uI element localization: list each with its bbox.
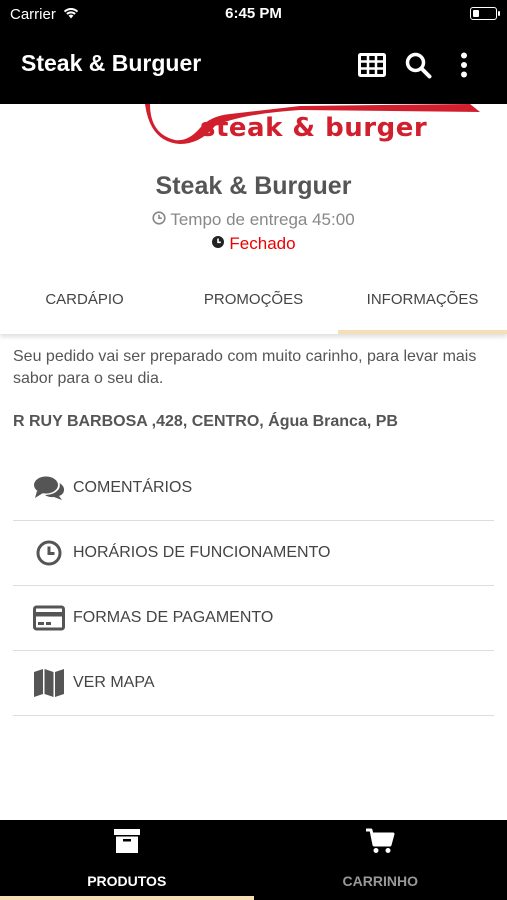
status-bar: Carrier 6:45 PM: [0, 0, 507, 28]
clock-icon: [211, 234, 225, 254]
info-item-horarios[interactable]: HORÁRIOS DE FUNCIONAMENTO: [13, 521, 494, 586]
tab-informacoes[interactable]: INFORMAÇÕES: [338, 264, 507, 334]
store-address: R RUY BARBOSA ,428, CENTRO, Água Branca,…: [13, 413, 398, 430]
tab-label: PROMOÇÕES: [203, 290, 304, 308]
delivery-time-label: Tempo de entrega 45:00: [170, 210, 355, 229]
app-actions: [357, 50, 479, 80]
battery-icon: [470, 7, 500, 20]
status-time: 6:45 PM: [225, 5, 282, 22]
banner-logo-text: steak & burger: [200, 113, 428, 143]
bottom-nav: PRODUTOS CARRINHO: [0, 820, 507, 900]
info-list: COMENTÁRIOS HORÁRIOS DE FUNCIONAMENTO FO…: [13, 456, 494, 716]
clock-icon: [152, 210, 166, 230]
info-item-mapa[interactable]: VER MAPA: [13, 651, 494, 716]
store-tabs: CARDÁPIO PROMOÇÕES INFORMAÇÕES: [0, 264, 507, 334]
nav-label: CARRINHO: [342, 873, 418, 889]
delivery-time: Tempo de entrega 45:00: [0, 210, 507, 230]
tab-label: INFORMAÇÕES: [366, 290, 479, 308]
store-name: Steak & Burguer: [155, 172, 352, 200]
battery-level: [472, 9, 479, 17]
info-item-label: VER MAPA: [73, 674, 155, 691]
tab-cardapio[interactable]: CARDÁPIO: [0, 264, 169, 334]
store-banner: steak & burger: [0, 104, 507, 154]
more-vert-icon[interactable]: [449, 50, 479, 80]
app-title: Steak & Burguer: [21, 50, 202, 76]
store-status-label: Fechado: [229, 234, 296, 253]
comments-icon: [31, 475, 66, 501]
clock-icon: [31, 540, 66, 566]
grid-icon[interactable]: [357, 50, 387, 80]
cart-icon: [365, 828, 395, 859]
info-item-label: FORMAS DE PAGAMENTO: [73, 609, 274, 626]
nav-produtos[interactable]: PRODUTOS: [0, 820, 254, 900]
credit-card-icon: [31, 605, 66, 631]
search-icon[interactable]: [403, 50, 433, 80]
store-description: Seu pedido vai ser preparado com muito c…: [13, 348, 477, 387]
tab-label: CARDÁPIO: [45, 290, 124, 308]
nav-carrinho[interactable]: CARRINHO: [254, 820, 507, 900]
info-item-pagamento[interactable]: FORMAS DE PAGAMENTO: [13, 586, 494, 651]
info-item-comentarios[interactable]: COMENTÁRIOS: [13, 456, 494, 521]
info-item-label: HORÁRIOS DE FUNCIONAMENTO: [73, 544, 331, 561]
tab-promocoes[interactable]: PROMOÇÕES: [169, 264, 338, 334]
info-item-label: COMENTÁRIOS: [73, 479, 193, 496]
nav-label: PRODUTOS: [87, 873, 167, 889]
archive-box-icon: [113, 828, 141, 859]
store-status: Fechado: [0, 234, 507, 254]
map-icon: [31, 668, 66, 698]
app-bar: Steak & Burguer: [0, 28, 507, 104]
